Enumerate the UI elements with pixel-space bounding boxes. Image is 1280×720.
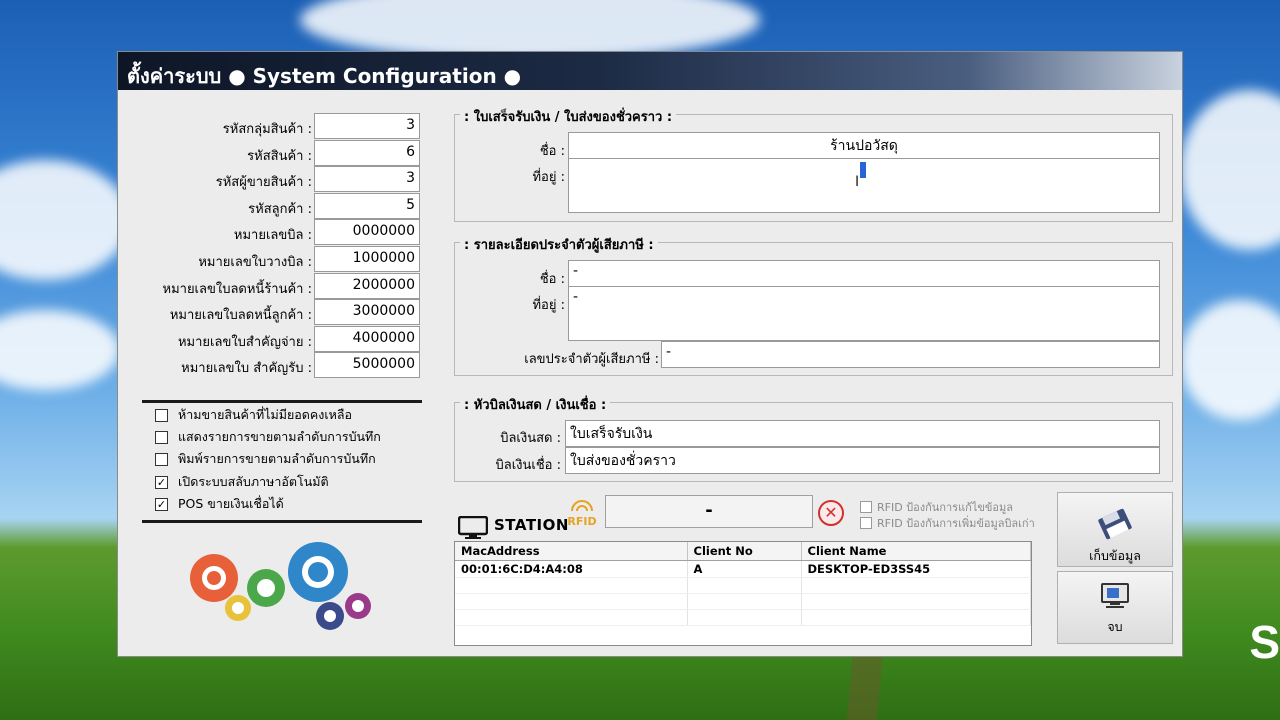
bill-header-group: : หัวบิลเงินสด / เงินเชื่อ : บิลเงินสด :…	[454, 394, 1173, 482]
background-cloud	[1180, 300, 1280, 420]
option-label: แสดงรายการขายตามลำดับการบันทึก	[178, 429, 381, 444]
credit-bill-input[interactable]: ใบส่งของชั่วคราว	[565, 447, 1160, 474]
background-cloud	[1180, 90, 1280, 250]
background-cloud	[0, 310, 120, 390]
save-label: เก็บข้อมูล	[1089, 548, 1141, 563]
checkbox[interactable]	[860, 501, 872, 513]
address-label: ที่อยู่ :	[532, 298, 565, 313]
customer-credit-note-field[interactable]: 3000000	[314, 299, 420, 325]
shop-credit-note-field[interactable]: 2000000	[314, 273, 420, 299]
name-label: ชื่อ :	[539, 144, 565, 159]
rfid-option-label: RFID ป้องกันการเพิ่มข้อมูลบิลเก่า	[877, 517, 1035, 530]
monitor-exit-icon	[1101, 583, 1129, 608]
group-title: : หัวบิลเงินสด / เงินเชื่อ :	[460, 394, 611, 415]
customer-code-field[interactable]: 5	[314, 193, 420, 219]
rfid-text: RFID	[567, 515, 597, 528]
taxid-input[interactable]: -	[661, 341, 1160, 368]
exit-button[interactable]: จบ	[1057, 571, 1173, 644]
group-title: : ใบเสร็จรับเงิน / ใบส่งของชั่วคราว :	[460, 106, 677, 127]
station-table[interactable]: MacAddress Client No Client Name 00:01:6…	[454, 541, 1032, 646]
floppy-disk-icon	[1098, 508, 1132, 540]
column-header[interactable]: Client Name	[801, 542, 1031, 561]
background-cloud	[0, 160, 130, 280]
option-label: เปิดระบบสลับภาษาอัตโนมัติ	[178, 474, 329, 489]
option-label: พิมพ์รายการขายตามลำดับการบันทึก	[178, 451, 376, 466]
bill-number-field[interactable]: 0000000	[314, 219, 420, 245]
option-auto-language[interactable]: ✓ เปิดระบบสลับภาษาอัตโนมัติ	[155, 472, 329, 492]
payment-voucher-field[interactable]: 4000000	[314, 326, 420, 352]
divider	[142, 520, 422, 523]
receipt-name-input[interactable]: ร้านปอวัสดุ	[568, 132, 1160, 159]
field-label: รหัสลูกค้า :	[248, 202, 312, 217]
checkbox[interactable]	[155, 430, 168, 444]
option-label: ห้ามขายสินค้าที่ไม่มียอดคงเหลือ	[178, 407, 353, 422]
taxpayer-address-input[interactable]: -	[568, 286, 1160, 341]
rfid-icon: RFID	[564, 500, 600, 530]
checkbox[interactable]	[155, 408, 168, 422]
option-pos-credit-sale[interactable]: ✓ POS ขายเงินเชื่อได้	[155, 494, 284, 514]
monitor-icon	[458, 516, 488, 539]
receipt-voucher-field[interactable]: 5000000	[314, 352, 420, 378]
taxpayer-name-input[interactable]: -	[568, 260, 1160, 287]
option-print-sales-order[interactable]: พิมพ์รายการขายตามลำดับการบันทึก	[155, 449, 376, 469]
divider	[142, 400, 422, 403]
option-show-sales-order[interactable]: แสดงรายการขายตามลำดับการบันทึก	[155, 427, 381, 447]
column-header[interactable]: Client No	[687, 542, 802, 561]
mac-address-cell: 00:01:6C:D4:A4:08	[455, 560, 688, 578]
invoice-number-field[interactable]: 1000000	[314, 246, 420, 272]
column-header[interactable]: MacAddress	[455, 542, 688, 561]
cash-bill-label: บิลเงินสด :	[500, 431, 561, 446]
option-label: POS ขายเงินเชื่อได้	[178, 496, 284, 511]
product-code-field[interactable]: 6	[314, 140, 420, 166]
client-no-cell: A	[687, 560, 802, 578]
option-no-stock-sale[interactable]: ห้ามขายสินค้าที่ไม่มียอดคงเหลือ	[155, 405, 352, 425]
ibeam-cursor-icon: I	[855, 174, 860, 190]
field-label: หมายเลขใบลดหนี้ลูกค้า :	[169, 308, 312, 323]
save-button[interactable]: เก็บข้อมูล	[1057, 492, 1173, 567]
credit-bill-label: บิลเงินเชื่อ :	[495, 458, 561, 473]
checkbox-checked[interactable]: ✓	[155, 475, 168, 489]
table-row[interactable]: 00:01:6C:D4:A4:08 A DESKTOP-ED3SS45	[455, 560, 1031, 578]
window-title: ตั้งค่าระบบ ● System Configuration ●	[118, 52, 1182, 90]
field-label: หมายเลขใบลดหนี้ร้านค้า :	[162, 282, 313, 297]
group-title: : รายละเอียดประจำตัวผู้เสียภาษี :	[460, 234, 658, 255]
rfid-option-add-protect[interactable]: RFID ป้องกันการเพิ่มข้อมูลบิลเก่า	[860, 514, 1035, 532]
field-label: หมายเลขใบวางบิล :	[198, 255, 312, 270]
table-row-empty	[455, 577, 1031, 594]
close-circle-icon[interactable]: ✕	[818, 500, 844, 526]
field-label: หมายเลขใบสำคัญจ่าย :	[177, 335, 312, 350]
gears-icon	[190, 542, 371, 630]
field-label: รหัสสินค้า :	[247, 149, 312, 164]
station-label: STATION	[494, 516, 569, 534]
supplier-code-field[interactable]: 3	[314, 166, 420, 192]
table-row-empty	[455, 609, 1031, 626]
field-label: รหัสผู้ขายสินค้า :	[215, 175, 312, 190]
taxpayer-group: : รายละเอียดประจำตัวผู้เสียภาษี : ชื่อ :…	[454, 234, 1173, 376]
receipt-group: : ใบเสร็จรับเงิน / ใบส่งของชั่วคราว : ชื…	[454, 106, 1173, 222]
client-name-cell: DESKTOP-ED3SS45	[801, 560, 1031, 578]
checkbox[interactable]	[860, 517, 872, 529]
product-group-code-field[interactable]: 3	[314, 113, 420, 139]
cash-bill-input[interactable]: ใบเสร็จรับเงิน	[565, 420, 1160, 447]
field-label: หมายเลขบิล :	[233, 228, 312, 243]
name-label: ชื่อ :	[539, 272, 565, 287]
field-label: รหัสกลุ่มสินค้า :	[222, 122, 312, 137]
text-selection	[860, 162, 866, 178]
table-row-empty	[455, 593, 1031, 610]
field-label: หมายเลขใบ สำคัญรับ :	[181, 361, 312, 376]
taxid-label: เลขประจำตัวผู้เสียภาษี :	[524, 352, 659, 367]
address-label: ที่อยู่ :	[532, 170, 565, 185]
checkbox-checked[interactable]: ✓	[155, 497, 168, 511]
system-configuration-window: ตั้งค่าระบบ ● System Configuration ● รหั…	[117, 51, 1183, 657]
rfid-status-field: -	[605, 495, 813, 528]
background-letter: S	[1249, 616, 1280, 668]
exit-label: จบ	[1107, 619, 1123, 634]
background-path	[846, 650, 884, 720]
checkbox[interactable]	[155, 452, 168, 466]
